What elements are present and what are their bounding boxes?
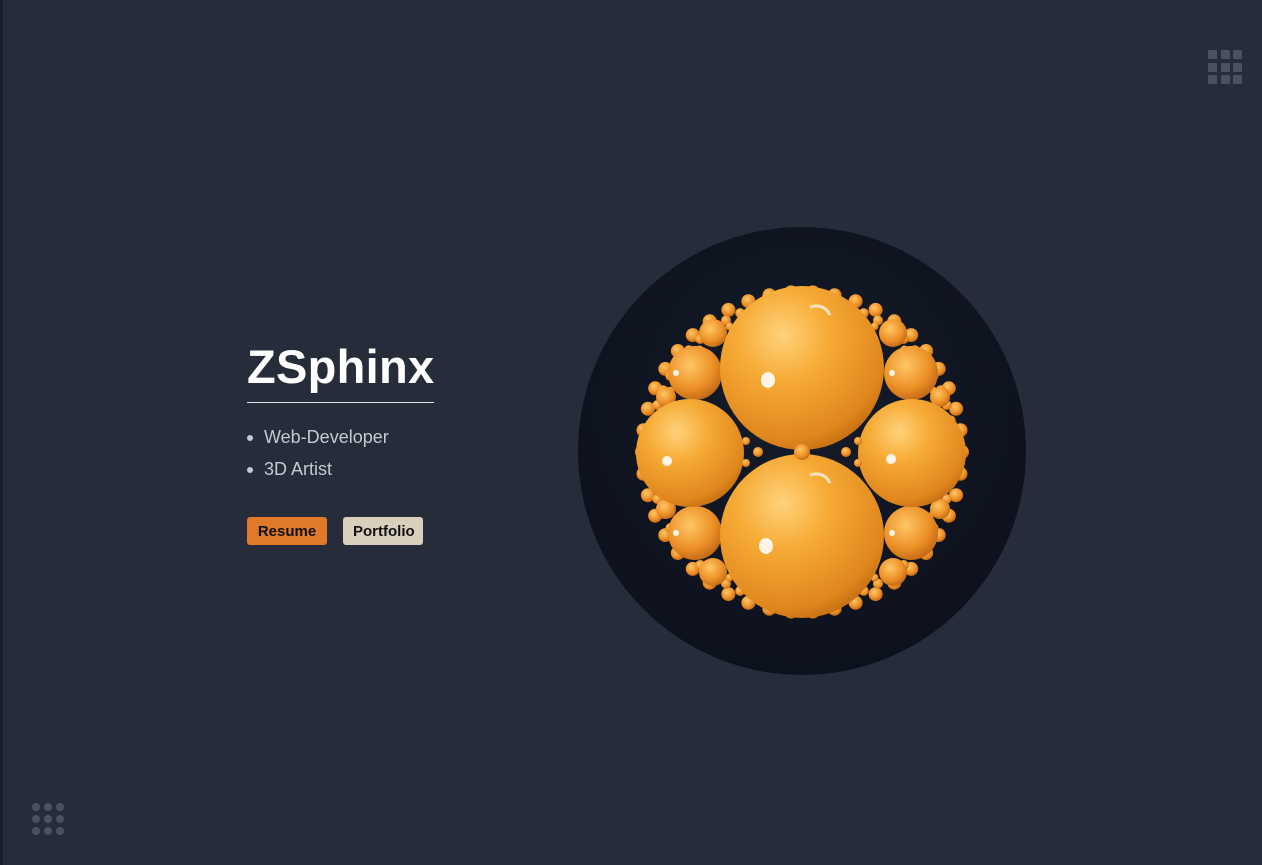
role-label: Web-Developer [264, 427, 389, 447]
role-item-web-developer: Web-Developer [247, 421, 507, 453]
role-item-3d-artist: 3D Artist [247, 453, 507, 485]
sphere-fractal-image [635, 285, 969, 619]
landing-page: ZSphinx Web-Developer 3D Artist Resume P… [0, 0, 1262, 865]
hero-artwork [578, 227, 1026, 675]
dots-menu-icon[interactable] [32, 803, 66, 837]
roles-list: Web-Developer 3D Artist [247, 421, 507, 485]
bullet-icon [247, 467, 253, 473]
bullet-icon [247, 435, 253, 441]
site-title: ZSphinx [247, 338, 435, 403]
action-buttons: Resume Portfolio [247, 517, 507, 545]
bead [868, 302, 883, 317]
resume-button[interactable]: Resume [247, 517, 327, 545]
role-label: 3D Artist [264, 459, 333, 479]
bead [868, 587, 883, 602]
bead [721, 302, 736, 317]
bead [721, 587, 736, 602]
portfolio-button[interactable]: Portfolio [343, 517, 423, 545]
grid-menu-icon[interactable] [1208, 50, 1242, 84]
intro-section: ZSphinx Web-Developer 3D Artist Resume P… [247, 338, 507, 545]
